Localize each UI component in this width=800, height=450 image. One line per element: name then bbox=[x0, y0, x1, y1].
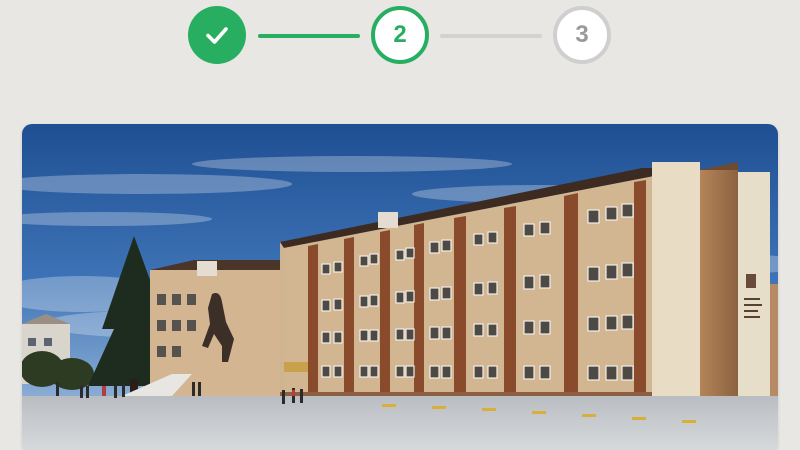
step-2-number: 2 bbox=[393, 21, 407, 48]
step-connector-pending bbox=[440, 34, 542, 38]
school-building-photo bbox=[22, 124, 778, 450]
building-image bbox=[22, 124, 778, 450]
step-2-active[interactable]: 2 bbox=[371, 6, 429, 64]
step-3-number: 3 bbox=[575, 21, 589, 48]
page: 2 3 bbox=[0, 0, 800, 450]
progress-stepper: 2 3 bbox=[188, 6, 612, 66]
step-3-inactive[interactable]: 3 bbox=[553, 6, 611, 64]
check-icon bbox=[206, 27, 228, 44]
step-connector-completed bbox=[258, 34, 360, 38]
step-1-completed[interactable] bbox=[188, 6, 246, 64]
